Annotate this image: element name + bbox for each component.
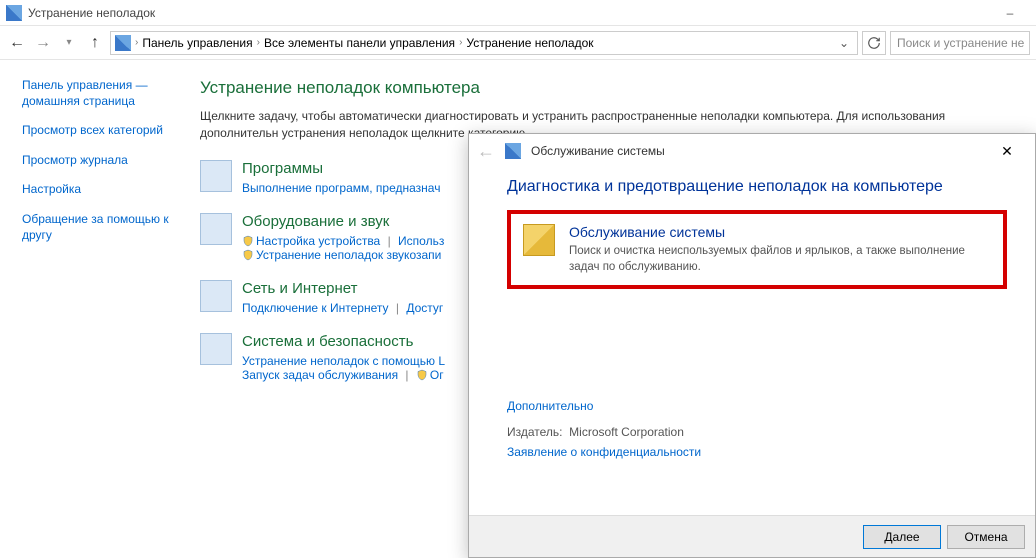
sidebar-item-home[interactable]: Панель управления — домашняя страница [22,78,190,109]
sidebar-item-help-friend[interactable]: Обращение за помощью к другу [22,212,190,243]
publisher-value: Microsoft Corporation [569,425,684,439]
back-button[interactable]: ← [6,32,28,54]
page-heading: Устранение неполадок компьютера [200,78,1026,98]
dialog-body: Диагностика и предотвращение неполадок н… [469,168,1035,515]
dialog-window-title: Обслуживание системы [531,144,665,158]
crumb-0[interactable]: Панель управления [142,36,252,50]
category-title[interactable]: Система и безопасность [242,333,445,350]
search-input[interactable]: Поиск и устранение не [890,31,1030,55]
up-button[interactable]: ↑ [84,32,106,54]
app-icon [6,5,22,21]
chevron-right-icon: › [135,37,138,48]
forward-button[interactable]: → [32,32,54,54]
category-title[interactable]: Сеть и Интернет [242,280,443,297]
category-title[interactable]: Программы [242,160,440,177]
dialog-close-button[interactable]: ✕ [987,137,1027,165]
publisher-label: Издатель: [507,425,563,439]
dialog-titlebar: ← Обслуживание системы ✕ [469,134,1035,168]
category-title[interactable]: Оборудование и звук [242,213,444,230]
dialog-footer: Далее Отмена [469,515,1035,557]
dialog-heading: Диагностика и предотвращение неполадок н… [507,178,1007,196]
navigation-bar: ← → ▾ ↑ › Панель управления › Все элемен… [0,26,1036,60]
breadcrumb[interactable]: › Панель управления › Все элементы панел… [110,31,858,55]
chevron-right-icon: › [459,37,462,48]
minimize-button[interactable]: – [990,1,1030,25]
security-icon [200,333,232,365]
crumb-1[interactable]: Все элементы панели управления [264,36,455,50]
sidebar: Панель управления — домашняя страница Пр… [0,60,200,558]
publisher-row: Издатель: Microsoft Corporation [507,425,1007,439]
troubleshooter-item-desc: Поиск и очистка неиспользуемых файлов и … [569,244,991,275]
shield-icon [242,235,254,247]
category-link[interactable]: Настройка устройства [256,234,380,248]
window-title: Устранение неполадок [28,6,990,20]
advanced-link[interactable]: Дополнительно [507,399,593,413]
troubleshooter-item-title: Обслуживание системы [569,224,991,240]
category-link[interactable]: Устранение неполадок с помощью L [242,354,445,368]
dialog-app-icon [505,143,521,159]
breadcrumb-dropdown[interactable]: ⌄ [835,36,853,50]
window-titlebar: Устранение неполадок – [0,0,1036,26]
shield-icon [416,369,428,381]
category-link[interactable]: Запуск задач обслуживания [242,368,398,382]
hardware-icon [200,213,232,245]
category-link[interactable]: Ог [430,368,444,382]
category-link[interactable]: Использ [398,234,444,248]
privacy-link[interactable]: Заявление о конфиденциальности [507,445,701,459]
troubleshooter-dialog: ← Обслуживание системы ✕ Диагностика и п… [468,133,1036,558]
programs-icon [200,160,232,192]
refresh-button[interactable] [862,31,886,55]
breadcrumb-icon [115,35,131,51]
dialog-back-button[interactable]: ← [477,141,495,162]
chevron-right-icon: › [257,37,260,48]
next-button[interactable]: Далее [863,525,941,549]
cancel-button[interactable]: Отмена [947,525,1025,549]
maintenance-icon [523,224,555,256]
category-link[interactable]: Устранение неполадок звукозапи [256,248,441,262]
search-placeholder: Поиск и устранение не [897,36,1024,50]
sidebar-item-history[interactable]: Просмотр журнала [22,153,190,169]
category-link[interactable]: Достуг [406,301,443,315]
troubleshooter-item[interactable]: Обслуживание системы Поиск и очистка неи… [507,210,1007,289]
shield-icon [242,249,254,261]
sidebar-item-settings[interactable]: Настройка [22,182,190,198]
crumb-2[interactable]: Устранение неполадок [466,36,593,50]
network-icon [200,280,232,312]
category-link[interactable]: Подключение к Интернету [242,301,389,315]
category-link[interactable]: Выполнение программ, предназнач [242,181,440,195]
recent-dropdown[interactable]: ▾ [58,32,80,54]
sidebar-item-all-categories[interactable]: Просмотр всех категорий [22,123,190,139]
